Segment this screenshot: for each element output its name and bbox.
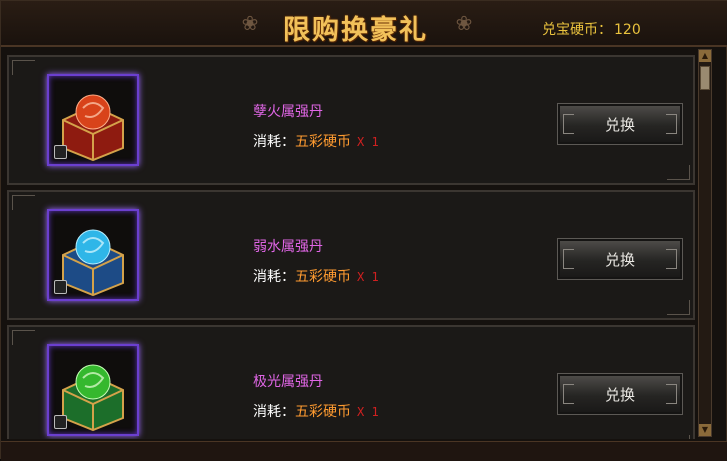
list-item: 孽火属强丹 消耗：五彩硬币 X 1 兑换	[7, 55, 695, 185]
list-item: 弱水属强丹 消耗：五彩硬币 X 1 兑换	[7, 190, 695, 320]
list-item: 极光属强丹 消耗：五彩硬币 X 1 兑换	[7, 325, 695, 439]
item-name: 孽火属强丹	[253, 104, 323, 120]
cost-label: 消耗：	[253, 269, 295, 285]
item-cost: 消耗：五彩硬币 X 1	[253, 131, 379, 151]
item-cost: 消耗：五彩硬币 X 1	[253, 266, 379, 286]
cost-quantity: X 1	[357, 405, 379, 419]
currency-label: 兑宝硬币：	[542, 22, 612, 38]
ornament-right-icon: ❀	[455, 11, 473, 35]
scroll-down-arrow-icon[interactable]: ▼	[699, 424, 711, 436]
cost-currency: 五彩硬币	[295, 269, 351, 285]
currency-balance: 兑宝硬币： 120	[542, 19, 641, 39]
lock-icon	[54, 415, 67, 429]
ornament-left-icon: ❀	[241, 11, 259, 35]
item-cost: 消耗：五彩硬币 X 1	[253, 401, 379, 421]
lock-icon	[54, 145, 67, 159]
lock-icon	[54, 280, 67, 294]
scroll-up-arrow-icon[interactable]: ▲	[699, 50, 711, 62]
cost-label: 消耗：	[253, 404, 295, 420]
cost-quantity: X 1	[357, 135, 379, 149]
currency-value: 120	[614, 22, 641, 38]
cost-label: 消耗：	[253, 134, 295, 150]
exchange-button[interactable]: 兑换	[557, 373, 683, 415]
cost-quantity: X 1	[357, 270, 379, 284]
page-title: 限购换豪礼	[283, 15, 428, 46]
scrollbar[interactable]: ▲ ▼	[698, 49, 712, 437]
item-name: 弱水属强丹	[253, 239, 323, 255]
panel-header: ❀ 限购换豪礼 ❀ 兑宝硬币： 120	[1, 1, 727, 47]
cost-currency: 五彩硬币	[295, 134, 351, 150]
panel-footer	[1, 441, 727, 461]
item-icon-frame[interactable]	[47, 209, 139, 301]
exchange-button[interactable]: 兑换	[557, 103, 683, 145]
item-icon-frame[interactable]	[47, 344, 139, 436]
item-name: 极光属强丹	[253, 374, 323, 390]
item-icon-frame[interactable]	[47, 74, 139, 166]
item-list: 孽火属强丹 消耗：五彩硬币 X 1 兑换 弱水属强丹 消耗：五彩硬币 X 1 兑…	[7, 51, 697, 439]
exchange-button[interactable]: 兑换	[557, 238, 683, 280]
cost-currency: 五彩硬币	[295, 404, 351, 420]
exchange-panel: ❀ 限购换豪礼 ❀ 兑宝硬币： 120 孽火属强丹 消耗：五彩硬币 X 1 兑换…	[0, 0, 727, 461]
scroll-thumb[interactable]	[700, 66, 710, 90]
